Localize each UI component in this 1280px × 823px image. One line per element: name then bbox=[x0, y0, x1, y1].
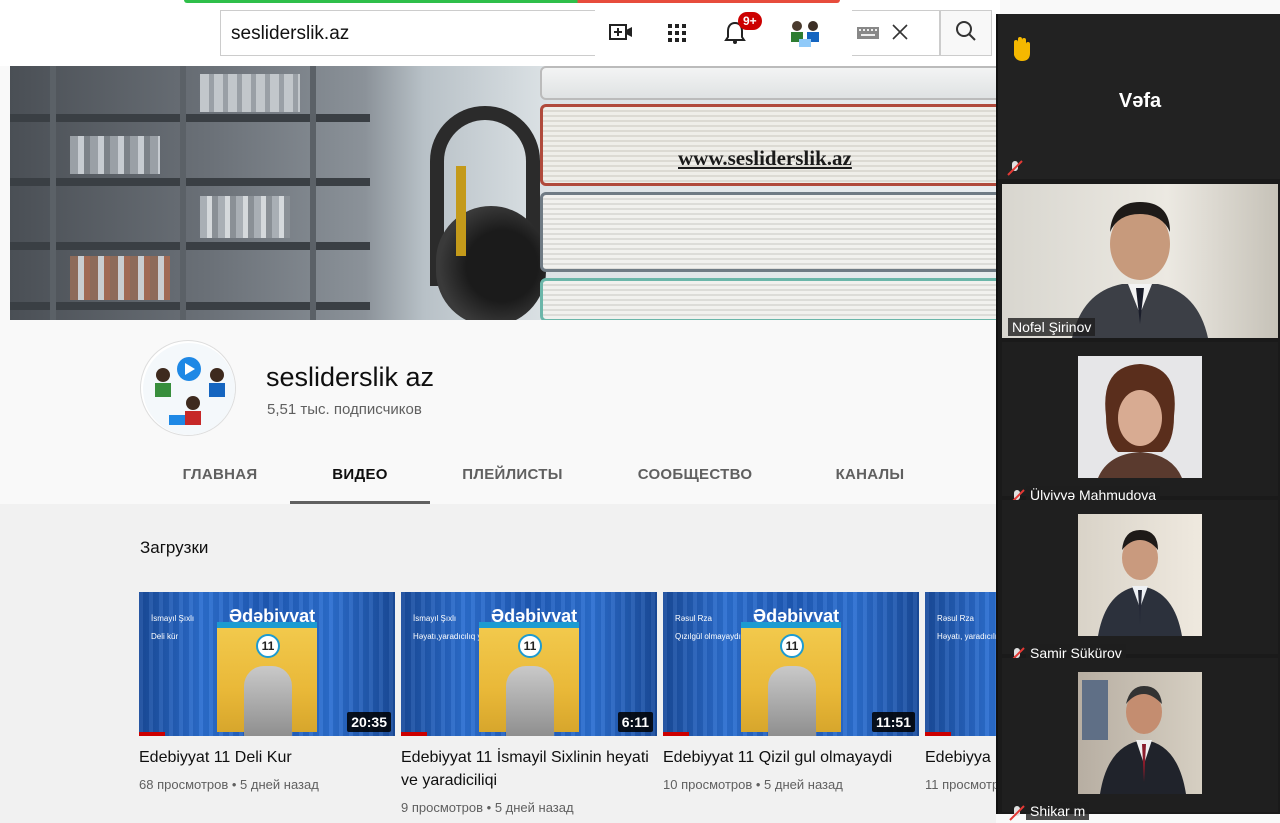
participant-name: Nofəl Şirinov bbox=[1008, 318, 1096, 336]
channel-banner: www.sesliderslik.az bbox=[10, 66, 996, 320]
shelf-post bbox=[50, 66, 56, 320]
book-row bbox=[70, 136, 160, 174]
video-title[interactable]: Edebiyyat 11 Deli Kur bbox=[139, 746, 395, 769]
video-meta: 9 просмотров • 5 дней назад bbox=[401, 800, 574, 815]
raised-hand-icon bbox=[1010, 36, 1032, 68]
banner-url: www.sesliderslik.az bbox=[678, 146, 852, 170]
book-row bbox=[200, 196, 290, 238]
shelf-post bbox=[180, 66, 186, 320]
thumb-subtitle: Deli kür bbox=[151, 632, 179, 641]
meeting-participants-panel: Vəfa Nofəl Şirinov Ülviyyə Mahmudova Sam… bbox=[996, 14, 1280, 821]
uploads-title[interactable]: Загрузки bbox=[140, 538, 208, 558]
participant-video bbox=[1002, 184, 1278, 338]
thumb-number: 11 bbox=[780, 634, 804, 658]
close-icon[interactable] bbox=[890, 22, 910, 47]
participant-tile[interactable]: Nofəl Şirinov bbox=[1002, 184, 1278, 338]
shelf bbox=[10, 114, 370, 122]
top-bar: sesliderslik.az 9+ bbox=[0, 0, 1000, 66]
thumb-number: 11 bbox=[518, 634, 542, 658]
headphones-cup bbox=[436, 206, 546, 320]
book bbox=[540, 192, 996, 272]
search-input-tail[interactable] bbox=[852, 10, 940, 56]
participant-video bbox=[1078, 356, 1202, 478]
self-name: Vəfa bbox=[1118, 90, 1162, 112]
notification-badge: 9+ bbox=[738, 12, 762, 30]
shelf-post bbox=[310, 66, 316, 320]
headphones-gold-accent bbox=[456, 166, 466, 256]
watch-progress bbox=[139, 732, 165, 736]
video-thumbnail[interactable]: Rəsul Rza Qızılgül olmayaydı Ədəbiyyat 1… bbox=[663, 592, 919, 736]
channel-avatar[interactable] bbox=[140, 340, 236, 436]
channel-name: sesliderslik az bbox=[266, 362, 435, 392]
video-thumbnail[interactable]: İsmayıl Şıxlı Deli kür Ədəbiyyat 11 20:3… bbox=[139, 592, 395, 736]
book bbox=[540, 278, 996, 320]
video-card[interactable]: İsmayıl Şıxlı Deli kür Ədəbiyyat 11 20:3… bbox=[139, 592, 395, 792]
tab-indicator-stripe bbox=[184, 0, 840, 3]
video-meta: 68 просмотров • 5 дней назад bbox=[139, 777, 319, 792]
video-title[interactable]: Edebiyyat 11 Qizil gul olmayaydi bbox=[663, 746, 919, 769]
watch-progress bbox=[925, 732, 951, 736]
video-thumbnail[interactable]: İsmayıl Şıxlı Həyatı,yaradıcılıq yolu Əd… bbox=[401, 592, 657, 736]
thumb-number: 11 bbox=[256, 634, 280, 658]
video-card[interactable]: İsmayıl Şıxlı Həyatı,yaradıcılıq yolu Əd… bbox=[401, 592, 657, 815]
keyboard-icon[interactable] bbox=[856, 25, 880, 46]
tab-community[interactable]: СООБЩЕСТВО bbox=[595, 458, 795, 504]
video-meta: 10 просмотров • 5 дней назад bbox=[663, 777, 843, 792]
screen: sesliderslik.az 9+ www.sesliderslik.az s… bbox=[0, 0, 1280, 823]
book-row bbox=[70, 256, 170, 300]
participant-video bbox=[1078, 514, 1202, 636]
thumb-author: İsmayıl Şıxlı bbox=[413, 614, 457, 623]
search-icon bbox=[955, 20, 977, 47]
thumb-author: Rəsul Rza bbox=[937, 614, 974, 623]
video-card[interactable]: Rəsul Rza Qızılgül olmayaydı Ədəbiyyat 1… bbox=[663, 592, 919, 792]
book bbox=[540, 66, 996, 100]
shelf bbox=[10, 302, 370, 310]
muted-mic-icon bbox=[1008, 804, 1026, 822]
book bbox=[540, 104, 996, 186]
thumb-author: İsmayıl Şıxlı bbox=[151, 614, 195, 623]
tab-playlists[interactable]: ПЛЕЙЛИСТЫ bbox=[430, 458, 595, 504]
video-duration: 11:51 bbox=[871, 712, 915, 732]
shelf bbox=[10, 178, 370, 186]
channel-avatar-icon[interactable] bbox=[786, 14, 824, 52]
subscriber-count: 5,51 тыс. подписчиков bbox=[267, 401, 422, 418]
video-title[interactable]: Edebiyyat 11 İsmayil Sixlinin heyati ve … bbox=[401, 746, 657, 792]
participant-name: Shikar m bbox=[1026, 802, 1090, 820]
statue-image bbox=[768, 666, 816, 736]
channel-tabs: ГЛАВНАЯ ВИДЕО ПЛЕЙЛИСТЫ СООБЩЕСТВО КАНАЛ… bbox=[150, 458, 980, 504]
self-tile[interactable]: Vəfa bbox=[998, 14, 1280, 179]
search-button[interactable] bbox=[940, 10, 992, 56]
tab-videos[interactable]: ВИДЕО bbox=[290, 458, 430, 504]
tab-home[interactable]: ГЛАВНАЯ bbox=[150, 458, 290, 504]
participant-tile[interactable]: Shikar m bbox=[1002, 658, 1278, 821]
shelf bbox=[10, 242, 370, 250]
book-row bbox=[200, 74, 300, 112]
create-video-icon[interactable] bbox=[602, 14, 640, 52]
search-input[interactable]: sesliderslik.az bbox=[220, 10, 595, 56]
apps-grid-icon[interactable] bbox=[658, 14, 696, 52]
video-duration: 20:35 bbox=[347, 712, 391, 732]
tab-channels[interactable]: КАНАЛЫ bbox=[795, 458, 945, 504]
muted-mic-icon bbox=[1006, 159, 1024, 177]
statue-image bbox=[244, 666, 292, 736]
participant-tile[interactable]: Samir Şükürov bbox=[1002, 500, 1278, 663]
thumb-author: Rəsul Rza bbox=[675, 614, 712, 623]
thumb-subtitle: Qızılgül olmayaydı bbox=[675, 632, 741, 641]
participant-tile[interactable]: Ülviyyə Mahmudova bbox=[1002, 342, 1278, 505]
watch-progress bbox=[663, 732, 689, 736]
watch-progress bbox=[401, 732, 427, 736]
video-duration: 6:11 bbox=[617, 712, 653, 732]
participant-video bbox=[1078, 672, 1202, 794]
statue-image bbox=[506, 666, 554, 736]
